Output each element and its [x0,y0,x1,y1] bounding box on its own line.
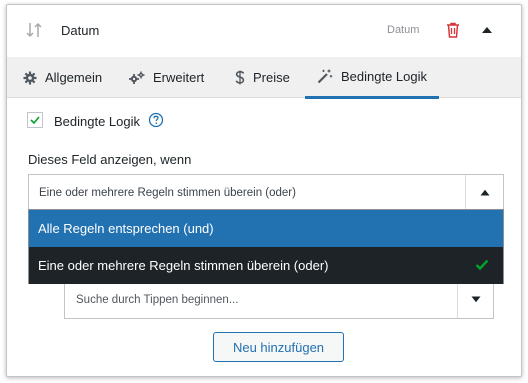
add-rule-button-label: Neu hinzufügen [232,339,325,355]
tab-label: Bedingte Logik [341,69,428,84]
gear-icon [23,71,37,84]
caret-up-icon[interactable] [480,189,490,196]
option-label: Eine oder mehrere Regeln stimmen überein… [38,258,329,273]
dollar-icon [235,70,245,85]
magic-wand-icon [317,69,333,84]
conditional-logic-checkbox[interactable] [27,112,43,128]
tab-bedingte-logik[interactable]: Bedingte Logik [305,57,440,99]
selected-value: Eine oder mehrere Regeln stimmen überein… [39,187,296,199]
caret-down-icon[interactable] [471,296,481,303]
dropdown-option-or[interactable]: Eine oder mehrere Regeln stimmen überein… [29,247,503,284]
checkmark-icon [30,116,40,125]
trash-icon[interactable] [444,21,462,39]
field-header[interactable]: Datum Datum [7,5,521,57]
tab-label: Allgemein [45,70,103,85]
tab-erweitert[interactable]: Erweitert [129,57,204,98]
select-divider [457,283,458,318]
caret-up-icon[interactable] [481,26,493,34]
option-label: Alle Regeln entsprechen (und) [38,221,214,236]
tab-bar: Allgemein Erweitert Preise Bedingte Logi… [7,57,521,99]
select-divider [465,175,466,211]
search-placeholder: Suche durch Tippen beginnen... [76,294,239,306]
field-type-label: Datum [387,24,420,36]
logic-operator-dropdown: Alle Regeln entsprechen (und) Eine oder … [28,209,504,284]
dropdown-option-and[interactable]: Alle Regeln entsprechen (und) [29,210,503,247]
tab-preise[interactable]: Preise [235,57,290,98]
sort-arrows-icon[interactable] [24,20,44,40]
field-title: Datum [61,23,100,38]
tab-label: Erweitert [153,70,205,85]
field-editor-panel: Datum Datum Allgemein Erweitert Preise B… [6,4,522,377]
add-rule-button[interactable]: Neu hinzufügen [213,332,344,362]
logic-operator-select[interactable]: Eine oder mehrere Regeln stimmen überein… [28,174,504,212]
tab-label: Preise [253,70,290,85]
checkmark-icon [475,259,489,271]
help-icon[interactable] [148,112,164,128]
rule-field-select[interactable]: Suche durch Tippen beginnen... [64,283,494,319]
conditional-logic-label: Bedingte Logik [54,114,141,129]
show-field-label: Dieses Feld anzeigen, wenn [28,152,192,167]
tab-allgemein[interactable]: Allgemein [23,57,102,98]
gears-icon [129,71,145,84]
